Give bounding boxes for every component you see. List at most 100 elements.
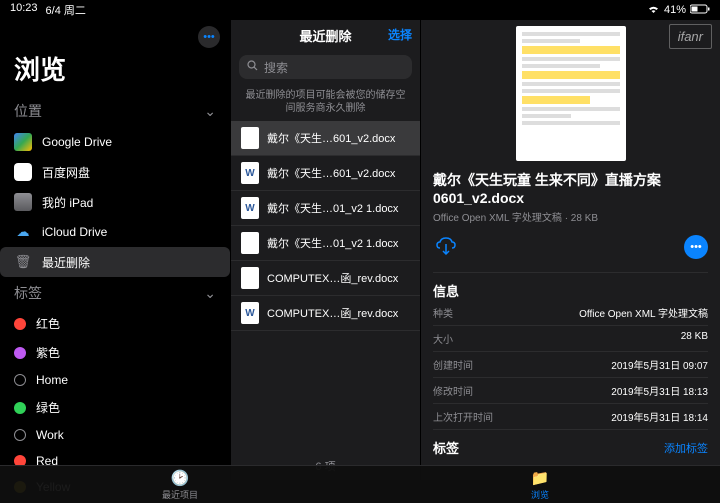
sidebar-item-icloud[interactable]: ☁ iCloud Drive (0, 217, 230, 247)
info-row: 创建时间 2019年5月31日 09:07 (433, 352, 708, 378)
file-name: COMPUTEX…函_rev.docx (267, 305, 410, 321)
trash-icon: 🗑 (14, 253, 32, 271)
sidebar-item-label: iCloud Drive (42, 225, 107, 239)
tag-dot-icon (14, 402, 26, 414)
info-row: 大小 28 KB (433, 326, 708, 352)
info-row: 修改时间2019年5月31日 18:13 (433, 378, 708, 404)
sidebar-item-label: 最近删除 (42, 254, 90, 271)
detail-column: 戴尔《天生玩童 生来不同》直播方案 0601_v2.docx Office Op… (420, 20, 720, 480)
locations-list: Google Drive 百度网盘 我的 iPad ☁iCloud Drive … (0, 127, 230, 277)
wifi-icon (647, 4, 660, 17)
search-icon (247, 60, 258, 74)
file-name: 戴尔《天生…01_v2 1.docx (267, 200, 410, 216)
tab-browse[interactable]: 📁 浏览 (360, 466, 720, 503)
detail-title: 戴尔《天生玩童 生来不同》直播方案 0601_v2.docx (433, 171, 708, 207)
file-row[interactable]: 戴尔《天生…601_v2.docx (231, 121, 420, 156)
clock-icon: 🕑 (171, 469, 190, 487)
word-icon: W (241, 162, 259, 184)
chevron-down-icon: ⌄ (204, 103, 216, 120)
tab-recent[interactable]: 🕑 最近项目 (0, 466, 360, 503)
folder-icon: 📁 (531, 469, 550, 487)
file-row[interactable]: W 戴尔《天生…601_v2.docx (231, 156, 420, 191)
sidebar-item-ipad[interactable]: 我的 iPad (0, 187, 230, 217)
info-key: 上次打开时间 (433, 409, 493, 424)
tags-section-title: 标签 (433, 438, 459, 457)
sidebar-item-label: Google Drive (42, 135, 112, 149)
search-input[interactable]: 搜索 (239, 55, 412, 79)
status-bar: 10:23 6/4 周二 41% (0, 0, 720, 20)
deletion-hint: 最近删除的项目可能会被您的储存空间服务商永久删除 (231, 83, 420, 121)
tab-label: 浏览 (531, 488, 549, 501)
section-tags[interactable]: 标签 ⌄ (0, 277, 230, 309)
info-row: 种类 Office Open XML 字处理文稿 (433, 300, 708, 326)
tag-dot-icon (14, 374, 26, 386)
file-name: COMPUTEX…函_rev.docx (267, 270, 410, 286)
cloud-icon: ☁ (14, 223, 32, 241)
status-date: 6/4 周二 (46, 2, 86, 18)
column-header: 最近删除 选择 (231, 20, 420, 51)
info-key: 大小 (433, 331, 453, 346)
tag-label: Work (36, 428, 64, 442)
word-icon: W (241, 197, 259, 219)
more-actions-button[interactable]: ••• (684, 235, 708, 259)
detail-subtitle: Office Open XML 字处理文稿 · 28 KB (433, 209, 708, 224)
tag-label: 紫色 (36, 344, 60, 361)
word-icon: W (241, 302, 259, 324)
tab-bar: 🕑 最近项目 📁 浏览 (0, 465, 720, 503)
tag-label: 绿色 (36, 399, 60, 416)
tag-dot-icon (14, 347, 26, 359)
section-locations-label: 位置 (14, 101, 42, 121)
file-row[interactable]: COMPUTEX…函_rev.docx (231, 261, 420, 296)
info-value: 2019年5月31日 18:13 (611, 383, 708, 398)
tag-label: Home (36, 373, 68, 387)
doc-icon (241, 127, 259, 149)
file-row[interactable]: W 戴尔《天生…01_v2 1.docx (231, 191, 420, 226)
more-button[interactable]: ••• (198, 26, 220, 48)
sidebar-item-trash[interactable]: 🗑 最近删除 (0, 247, 230, 277)
baidu-icon (14, 163, 32, 181)
tag-item[interactable]: Work (0, 422, 230, 448)
info-value: 28 KB (681, 331, 708, 346)
file-name: 戴尔《天生…601_v2.docx (267, 130, 410, 146)
file-name: 戴尔《天生…01_v2 1.docx (267, 235, 410, 251)
watermark: ifanr (669, 24, 712, 49)
info-value: 2019年5月31日 09:07 (611, 357, 708, 372)
info-section-title: 信息 (433, 272, 708, 300)
sidebar-item-label: 百度网盘 (42, 164, 90, 181)
tag-item[interactable]: 绿色 (0, 393, 230, 422)
column-title: 最近删除 (299, 29, 351, 44)
doc-icon (241, 267, 259, 289)
sidebar-item-gdrive[interactable]: Google Drive (0, 127, 230, 157)
file-row[interactable]: W COMPUTEX…函_rev.docx (231, 296, 420, 331)
sidebar-item-label: 我的 iPad (42, 194, 93, 211)
add-tag-button[interactable]: 添加标签 (664, 440, 708, 456)
tag-item[interactable]: 红色 (0, 309, 230, 338)
gdrive-icon (14, 133, 32, 151)
sidebar-item-baidu[interactable]: 百度网盘 (0, 157, 230, 187)
search-placeholder: 搜索 (264, 59, 288, 76)
battery-percent: 41% (664, 4, 686, 16)
document-preview[interactable] (516, 26, 626, 161)
ipad-icon (14, 193, 32, 211)
download-button[interactable] (433, 234, 459, 260)
info-value: Office Open XML 字处理文稿 (579, 305, 708, 320)
tag-dot-icon (14, 318, 26, 330)
file-list: 戴尔《天生…601_v2.docx W 戴尔《天生…601_v2.docx W 戴尔… (231, 121, 420, 452)
tag-dot-icon (14, 429, 26, 441)
tab-label: 最近项目 (162, 488, 198, 501)
info-key: 创建时间 (433, 357, 473, 372)
section-tags-label: 标签 (14, 283, 42, 303)
chevron-down-icon: ⌄ (204, 285, 216, 302)
info-row: 上次打开时间 2019年5月31日 18:14 (433, 404, 708, 430)
status-time: 10:23 (10, 2, 38, 18)
info-value: 2019年5月31日 18:14 (611, 409, 708, 424)
file-name: 戴尔《天生…601_v2.docx (267, 165, 410, 181)
doc-icon (241, 232, 259, 254)
info-key: 种类 (433, 305, 453, 320)
select-button[interactable]: 选择 (388, 26, 412, 43)
file-row[interactable]: 戴尔《天生…01_v2 1.docx (231, 226, 420, 261)
tag-item[interactable]: Home (0, 367, 230, 393)
tag-item[interactable]: 紫色 (0, 338, 230, 367)
section-locations[interactable]: 位置 ⌄ (0, 95, 230, 127)
sidebar-title: 浏览 (0, 50, 230, 95)
